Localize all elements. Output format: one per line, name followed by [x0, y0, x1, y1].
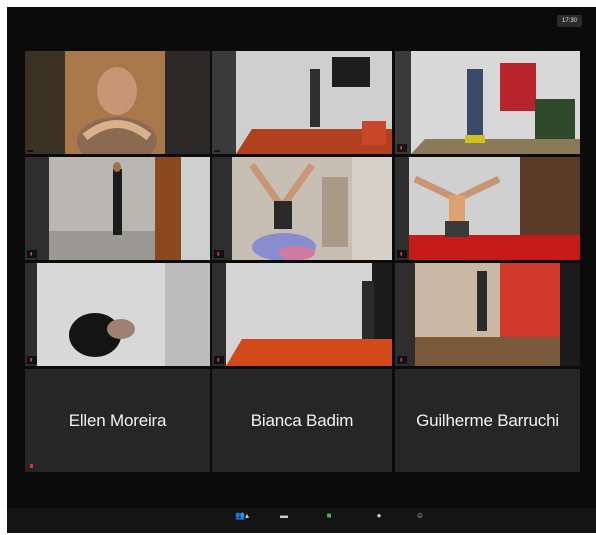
participant-tile[interactable]: ▮	[212, 157, 392, 260]
share-screen-icon: ■	[326, 511, 332, 520]
participant-tile[interactable]: ▮	[395, 157, 580, 260]
participant-display-name: Bianca Badim	[250, 410, 354, 430]
reactions-icon: ☺	[415, 511, 425, 520]
participant-video	[395, 263, 580, 366]
participant-video	[212, 263, 392, 366]
participant-tile-camera-off[interactable]: Guilherme Barruchi	[395, 369, 580, 472]
participant-video	[212, 157, 392, 260]
participant-tile-camera-off[interactable]: Ellen Moreira	[25, 369, 210, 472]
participant-name-tag: ▮	[397, 144, 408, 152]
participant-video	[25, 263, 210, 366]
participant-name-tag: ▮	[214, 356, 225, 364]
participant-tile[interactable]: ▮	[212, 263, 392, 366]
participant-name-tag	[27, 150, 33, 152]
participant-video	[212, 51, 392, 154]
participant-name-tag: ▮	[27, 250, 38, 258]
clock-badge: 17:30	[556, 15, 582, 27]
participant-video	[25, 51, 210, 154]
record-icon: ●	[376, 511, 382, 520]
participants-button[interactable]: 👥▴	[227, 511, 257, 523]
participant-display-name: Guilherme Barruchi	[416, 410, 559, 430]
participant-name-tag	[214, 150, 220, 152]
muted-mic-icon	[30, 464, 33, 468]
participant-display-name: Ellen Moreira	[68, 410, 167, 430]
participant-tile[interactable]: ▮	[25, 263, 210, 366]
participant-tile[interactable]: ▮	[25, 157, 210, 260]
participant-tile[interactable]	[212, 51, 392, 154]
participant-video	[395, 51, 580, 154]
zoom-meeting-window: 17:30 ▮ ▮ ▮ ▮ ▮ ▮ ▮ Ellen Moreira Bianca…	[7, 7, 596, 533]
share-screen-button[interactable]: ■	[314, 511, 344, 523]
participant-name-tag: ▮	[397, 250, 408, 258]
participants-icon: 👥▴	[235, 511, 249, 520]
participant-tile[interactable]: ▮	[395, 263, 580, 366]
participant-name-tag: ▮	[27, 356, 38, 364]
participant-name-tag: ▮	[397, 356, 408, 364]
participant-video	[395, 157, 580, 260]
participant-video	[25, 157, 210, 260]
record-button[interactable]: ●	[364, 511, 394, 523]
participant-tile[interactable]: ▮	[395, 51, 580, 154]
chat-icon: ▬	[280, 511, 288, 520]
chat-button[interactable]: ▬	[269, 511, 299, 523]
participant-name-tag: ▮	[214, 250, 225, 258]
participant-tile[interactable]	[25, 51, 210, 154]
participant-tile-camera-off[interactable]: Bianca Badim	[212, 369, 392, 472]
meeting-toolbar: 👥▴ ▬ ■ ● ☺	[7, 508, 596, 533]
reactions-button[interactable]: ☺	[405, 511, 435, 523]
